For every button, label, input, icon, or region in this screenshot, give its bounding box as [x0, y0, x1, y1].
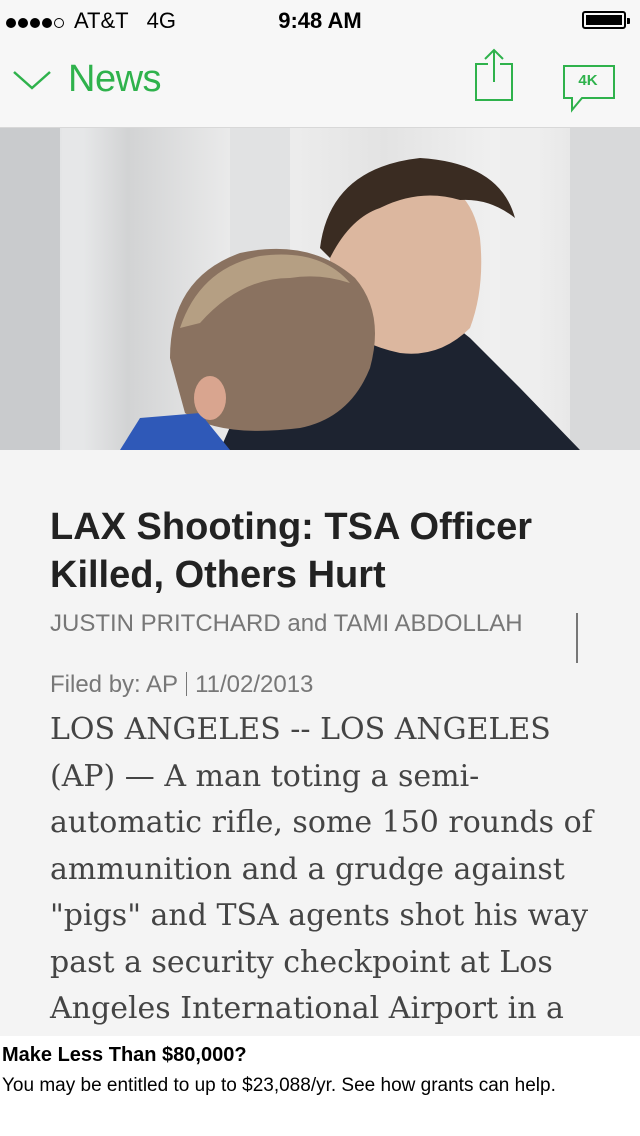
- nav-bar: News 4K: [0, 40, 640, 128]
- article-date: 11/02/2013: [195, 671, 314, 698]
- ad-title[interactable]: Make Less Than $80,000?: [2, 1042, 638, 1068]
- article-content: LAX Shooting: TSA Officer Killed, Others…: [50, 503, 610, 1026]
- article-byline[interactable]: JUSTIN PRITCHARD and TAMI ABDOLLAH: [50, 611, 550, 637]
- byline-divider: [576, 613, 578, 663]
- chevron-down-icon: [13, 70, 51, 90]
- share-icon: [475, 48, 513, 101]
- comments-button[interactable]: 4K: [562, 64, 618, 118]
- hero-photo: [0, 128, 640, 450]
- filed-separator: [186, 672, 188, 696]
- clock: 9:48 AM: [278, 8, 362, 33]
- share-button[interactable]: [470, 46, 518, 106]
- comment-count: 4K: [578, 72, 598, 89]
- byline-row: JUSTIN PRITCHARD and TAMI ABDOLLAH: [50, 611, 580, 663]
- battery-icon: [582, 11, 630, 29]
- article-headline: LAX Shooting: TSA Officer Killed, Others…: [50, 506, 533, 596]
- section-title: News: [68, 58, 162, 100]
- ad-description: You may be entitled to up to $23,088/yr.…: [2, 1075, 556, 1096]
- filed-info: Filed by: AP 11/02/2013: [50, 671, 313, 699]
- section-dropdown-button[interactable]: News: [12, 58, 162, 101]
- filed-by: Filed by: AP: [50, 671, 179, 698]
- article-hero-image[interactable]: [0, 128, 640, 450]
- ad-banner[interactable]: Make Less Than $80,000? You may be entit…: [0, 1036, 640, 1136]
- status-bar: AT&T 4G 9:48 AM: [0, 0, 640, 40]
- article-body: LOS ANGELES -- LOS ANGELES (AP) — A man …: [50, 712, 593, 1026]
